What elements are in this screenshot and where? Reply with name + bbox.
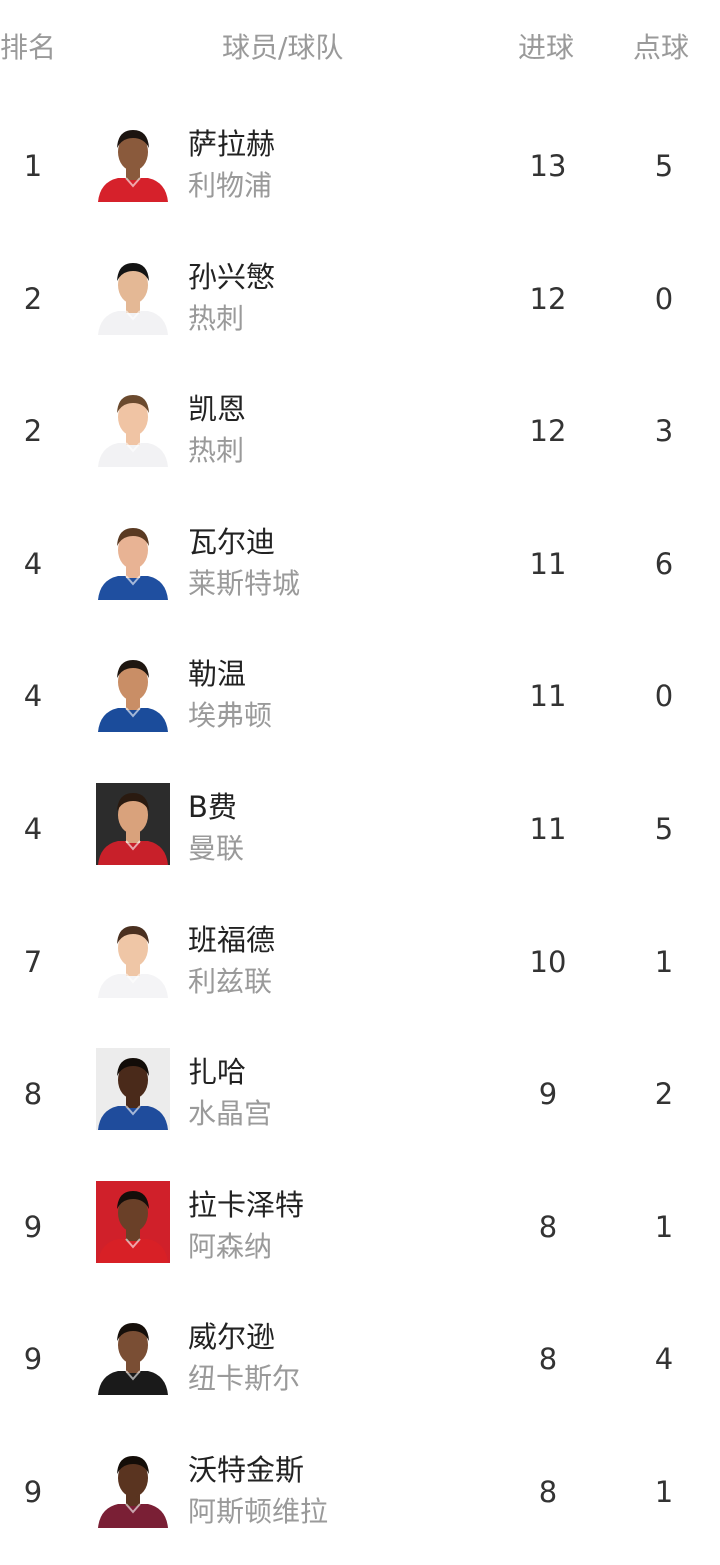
player-name: 扎哈	[188, 1055, 247, 1090]
player-photo-icon	[96, 782, 170, 865]
rank-cell: 2	[23, 414, 43, 449]
header-penalties: 点球	[633, 31, 690, 64]
rank-cell: 9	[23, 1474, 43, 1509]
penalties-cell: 0	[654, 679, 674, 714]
player-name: 班福德	[188, 922, 276, 957]
table-row[interactable]: 9 威尔逊纽卡斯尔 8 4	[0, 1293, 720, 1426]
table-row[interactable]: 9 拉卡泽特阿森纳 8 1	[0, 1161, 720, 1294]
rank-cell: 9	[23, 1209, 43, 1244]
goals-cell: 9	[538, 1077, 558, 1112]
player-name: 凯恩	[188, 392, 247, 427]
table-row[interactable]: 7 班福德利兹联 10 1	[0, 896, 720, 1029]
table-row[interactable]: 4 瓦尔迪莱斯特城 11 6	[0, 498, 720, 631]
rank-cell: 8	[23, 1077, 43, 1112]
table-row[interactable]: 9 沃特金斯阿斯顿维拉 8 1	[0, 1426, 720, 1559]
team-name: 纽卡斯尔	[188, 1362, 301, 1396]
goals-cell: 12	[529, 281, 567, 316]
player-photo-icon	[96, 1180, 170, 1263]
goals-cell: 13	[529, 149, 567, 183]
table-row[interactable]: 8 扎哈水晶宫 9 2	[0, 1028, 720, 1161]
team-name: 阿斯顿维拉	[188, 1494, 329, 1528]
team-name: 利兹联	[188, 964, 273, 998]
rank-cell: 1	[23, 149, 43, 183]
header-goals: 进球	[518, 31, 575, 64]
penalties-cell: 5	[654, 811, 674, 846]
player-photo-icon	[96, 385, 170, 468]
player-name: 孙兴慜	[188, 259, 276, 294]
penalties-cell: 5	[654, 149, 674, 183]
rank-cell: 7	[23, 944, 43, 979]
table-header: 排名 球员/球队 进球 点球	[0, 0, 720, 95]
goals-cell: 10	[529, 944, 567, 979]
goals-cell: 8	[538, 1474, 558, 1509]
penalties-cell: 2	[654, 1077, 674, 1112]
team-name: 热刺	[188, 434, 245, 468]
rank-cell: 9	[23, 1342, 43, 1377]
player-photo-icon	[96, 650, 170, 733]
player-photo-icon	[96, 1445, 170, 1528]
scorer-list: 1 萨拉赫 利物浦 13 5 2 孙兴慜 热刺 12 0 2 凯恩 热刺 12 3 4 瓦尔迪 莱斯特城 11 6 4 勒…	[0, 100, 720, 1559]
rank-cell: 4	[23, 679, 43, 714]
goals-cell: 8	[538, 1342, 558, 1377]
player-photo-icon	[96, 915, 170, 998]
table-row[interactable]: 4 B费曼联 11 5	[0, 763, 720, 896]
goals-cell: 11	[529, 679, 567, 714]
header-player-team: 球员/球队	[222, 31, 344, 64]
team-name: 热刺	[188, 301, 245, 335]
table-row[interactable]: 2 凯恩热刺 12 3	[0, 365, 720, 498]
team-name: 莱斯特城	[188, 566, 301, 600]
player-photo-icon	[96, 517, 170, 600]
penalties-cell: 3	[654, 414, 674, 449]
player-photo-icon	[96, 1048, 170, 1131]
goals-cell: 11	[529, 811, 567, 846]
penalties-cell: 4	[654, 1342, 674, 1377]
player-name: B费	[188, 789, 237, 824]
team-name: 利物浦	[188, 169, 273, 202]
rank-cell: 2	[23, 281, 43, 316]
player-name: 勒温	[188, 657, 247, 692]
header-rank: 排名	[0, 31, 57, 64]
penalties-cell: 1	[654, 1474, 674, 1509]
table-row[interactable]: 1 萨拉赫利物浦 13 5	[0, 100, 720, 233]
goals-cell: 11	[529, 546, 567, 581]
penalties-cell: 6	[654, 546, 674, 581]
player-photo-icon	[96, 120, 170, 202]
team-name: 埃弗顿	[188, 699, 273, 733]
player-name: 萨拉赫	[188, 127, 276, 161]
player-name: 威尔逊	[188, 1320, 276, 1355]
player-photo-icon	[96, 1313, 170, 1396]
penalties-cell: 0	[654, 281, 674, 316]
penalties-cell: 1	[654, 1209, 674, 1244]
goals-cell: 12	[529, 414, 567, 449]
rank-cell: 4	[23, 811, 43, 846]
team-name: 阿森纳	[188, 1229, 273, 1263]
player-photo-icon	[96, 252, 170, 335]
team-name: 水晶宫	[188, 1097, 273, 1131]
table-row[interactable]: 2 孙兴慜热刺 12 0	[0, 233, 720, 366]
player-name: 拉卡泽特	[188, 1187, 305, 1222]
player-name: 沃特金斯	[188, 1452, 305, 1487]
rank-cell: 4	[23, 546, 43, 581]
player-name: 瓦尔迪	[188, 524, 276, 559]
team-name: 曼联	[188, 831, 245, 865]
table-row[interactable]: 4 勒温埃弗顿 11 0	[0, 630, 720, 763]
penalties-cell: 1	[654, 944, 674, 979]
goals-cell: 8	[538, 1209, 558, 1244]
